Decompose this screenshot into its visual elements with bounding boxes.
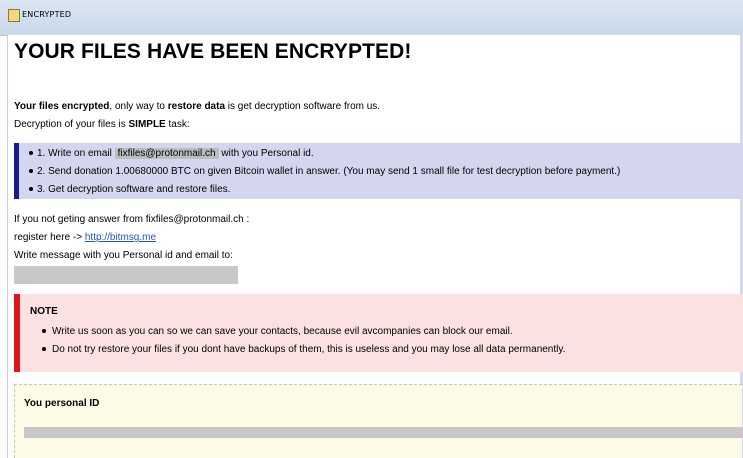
step-1-suffix: with you Personal id. xyxy=(218,148,314,159)
contact-register: register here -> http://bitmsg.me xyxy=(14,232,156,243)
intro2-end: task: xyxy=(165,119,190,130)
note-item: Do not try restore your files if you don… xyxy=(42,344,565,355)
step-3: 3. Get decryption software and restore f… xyxy=(29,184,230,195)
bitmsg-link[interactable]: http://bitmsg.me xyxy=(85,232,156,243)
intro-line-2: Decryption of your files is SIMPLE task: xyxy=(14,119,190,130)
step-1: 1. Write on email fixfiles@protonmail.ch… xyxy=(29,148,314,159)
ransom-email[interactable]: fixfiles@protonmail.ch xyxy=(114,148,219,159)
note-box: NOTE Write us soon as you can so we can … xyxy=(14,294,743,372)
contact-line-3: Write message with you Personal id and e… xyxy=(14,250,233,261)
intro-bold-2: restore data xyxy=(167,101,226,112)
page-headline: YOUR FILES HAVE BEEN ENCRYPTED! xyxy=(14,40,412,63)
redacted-email-bar xyxy=(14,266,238,284)
step-2: 2. Send donation 1.00680000 BTC on given… xyxy=(29,166,620,177)
bullet-dot xyxy=(29,151,33,156)
bullet-dot xyxy=(29,169,33,174)
step-1-prefix: 1. Write on email xyxy=(37,148,115,159)
note-item: Write us soon as you can so we can save … xyxy=(42,326,513,337)
intro-line-1: Your files encrypted, only way to restor… xyxy=(14,101,380,112)
intro-end: is get decryption software from us. xyxy=(225,101,381,112)
intro2-start: Decryption of your files is xyxy=(14,119,129,130)
redacted-id-bar xyxy=(24,427,743,438)
personal-id-title: You personal ID xyxy=(24,398,100,409)
personal-id-box: You personal ID xyxy=(14,384,742,458)
step-2-text: 2. Send donation 1.00680000 BTC on given… xyxy=(37,166,621,177)
window-title: ENCRYPTED xyxy=(22,10,72,19)
intro2-bold: SIMPLE xyxy=(128,119,166,130)
register-prefix: register here -> xyxy=(14,232,85,243)
contact-line-1: If you not geting answer from fixfiles@p… xyxy=(14,214,250,225)
intro-bold-1: Your files encrypted xyxy=(14,101,110,112)
bullet-dot xyxy=(42,329,46,334)
intro-mid: , only way to xyxy=(109,101,168,112)
step-3-text: 3. Get decryption software and restore f… xyxy=(37,184,231,195)
lock-file-icon xyxy=(8,9,20,22)
window-titlebar: ENCRYPTED xyxy=(0,0,743,36)
note-item-text: Write us soon as you can so we can save … xyxy=(52,326,513,337)
bullet-dot xyxy=(42,347,46,352)
note-title: NOTE xyxy=(30,306,58,317)
note-item-text: Do not try restore your files if you don… xyxy=(52,344,566,355)
bullet-dot xyxy=(29,187,33,192)
steps-box: 1. Write on email fixfiles@protonmail.ch… xyxy=(14,143,743,199)
